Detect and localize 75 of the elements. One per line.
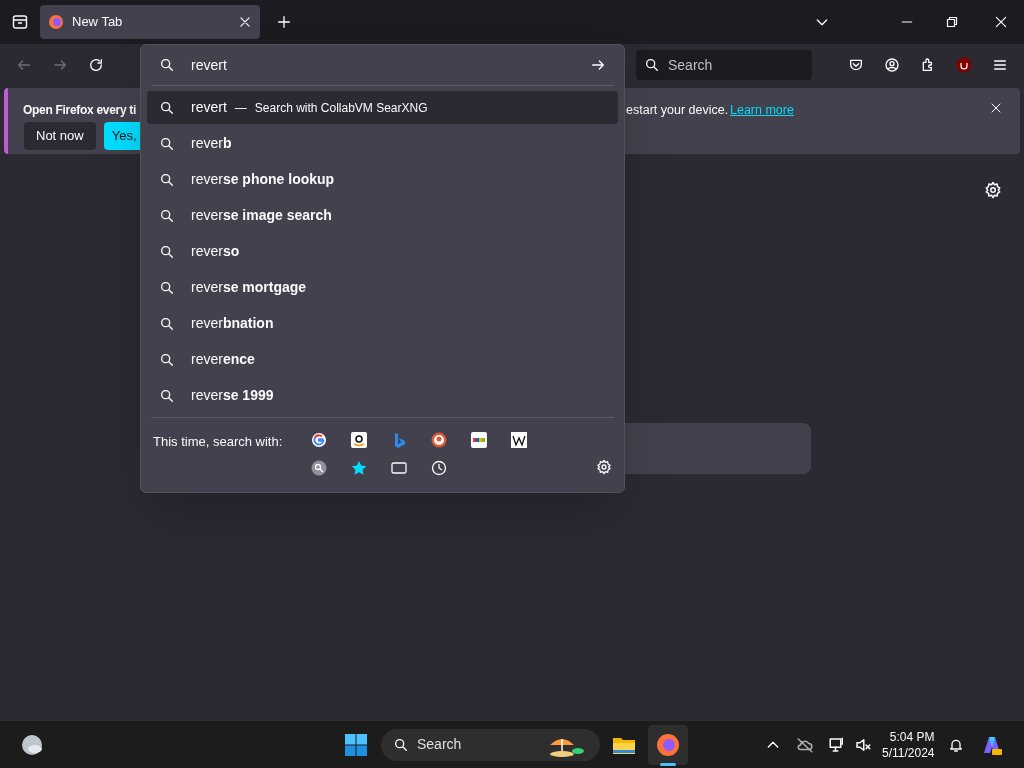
search-icon (393, 736, 409, 753)
suggestion-text: reverse phone lookup (191, 170, 335, 189)
search-icon (159, 243, 175, 260)
search-field[interactable]: Search (636, 50, 812, 80)
suggestion-row[interactable]: reverse 1999 (147, 379, 618, 412)
tab-icon[interactable] (391, 460, 407, 476)
forward-arrow-icon[interactable] (52, 57, 68, 73)
clock-icon[interactable] (431, 460, 447, 476)
settings-icon[interactable] (596, 459, 612, 475)
suggestion-text: revert (191, 98, 227, 117)
settings-icon[interactable] (984, 181, 1002, 199)
cloud-icon[interactable] (796, 735, 814, 754)
suggestion-text: reverbnation (191, 314, 274, 333)
account-icon[interactable] (884, 57, 900, 73)
learn-more-link[interactable]: Learn more (730, 101, 794, 120)
browser-logo-icon (48, 14, 64, 30)
search-icon (644, 57, 660, 73)
close-icon[interactable] (990, 102, 1002, 114)
close-icon[interactable] (238, 15, 252, 29)
reload-icon[interactable] (88, 57, 104, 73)
clock-time[interactable]: 5:04 PM (889, 728, 935, 745)
ebay-icon[interactable] (471, 432, 487, 448)
suggestion-text: reverence (191, 350, 255, 369)
notification-text: estart your device. (626, 102, 729, 119)
start-icon[interactable] (344, 732, 368, 757)
address-field[interactable]: revert (141, 45, 624, 85)
search-icon (159, 279, 175, 296)
browser-logo-icon (656, 732, 680, 757)
taskbar-browser-button[interactable] (648, 724, 688, 765)
search-icon (159, 351, 175, 368)
back-arrow-icon[interactable] (16, 57, 32, 73)
search-icon (159, 207, 175, 224)
search-icon (159, 57, 175, 73)
taskbar-search-field[interactable]: Search (381, 728, 600, 761)
search-icon (159, 99, 175, 116)
pocket-icon[interactable] (848, 57, 864, 73)
restore-icon[interactable] (946, 16, 958, 28)
suggestion-row[interactable]: reverse mortgage (147, 271, 618, 304)
engine-note: Search with CollabVM SearXNG (254, 99, 428, 117)
one-off-label: This time, search with: (153, 433, 284, 451)
search-icon (159, 387, 175, 404)
search-icon (159, 135, 175, 152)
notification-button[interactable]: Not now (24, 122, 96, 150)
amazon-icon[interactable] (351, 432, 367, 448)
suggestion-text: reverso (191, 242, 240, 261)
menu-icon[interactable] (992, 57, 1008, 73)
duck-icon[interactable] (431, 432, 447, 448)
close-icon[interactable] (994, 15, 1008, 29)
suggestion-row[interactable]: revert — Search with CollabVM SearXNG (147, 91, 618, 124)
tab-title: New Tab (72, 13, 124, 32)
weather-icon[interactable] (20, 732, 44, 757)
suggestion-text: reverse 1999 (191, 386, 274, 405)
separator-dash: — (234, 99, 247, 117)
network-icon[interactable] (828, 735, 846, 754)
star-icon[interactable] (351, 460, 367, 476)
suggestion-text: reverb (191, 134, 232, 153)
suggestion-row[interactable]: reverso (147, 235, 618, 268)
go-arrow-icon[interactable] (590, 57, 606, 73)
suggestion-row[interactable]: reverence (147, 343, 618, 376)
clock-date[interactable]: 5/11/2024 (882, 744, 935, 761)
suggestion-row[interactable]: reverse image search (147, 199, 618, 232)
suggestion-text: reverse image search (191, 206, 332, 225)
browser-tab[interactable]: New Tab (40, 5, 260, 39)
suggestion-row[interactable]: reverse phone lookup (147, 163, 618, 196)
search-icon (159, 315, 175, 332)
suggestion-row[interactable]: reverbnation (147, 307, 618, 340)
magnifier-icon[interactable] (311, 460, 327, 476)
tab-overview-icon[interactable] (12, 14, 28, 30)
wikipedia-icon[interactable] (511, 432, 527, 448)
search-icon (159, 171, 175, 188)
suggestion-text: reverse mortgage (191, 278, 307, 297)
plus-icon[interactable] (276, 14, 292, 30)
notification-text: Open Firefox every ti (23, 102, 137, 119)
google-icon[interactable] (311, 432, 327, 448)
shield-extension-icon[interactable] (956, 57, 972, 73)
